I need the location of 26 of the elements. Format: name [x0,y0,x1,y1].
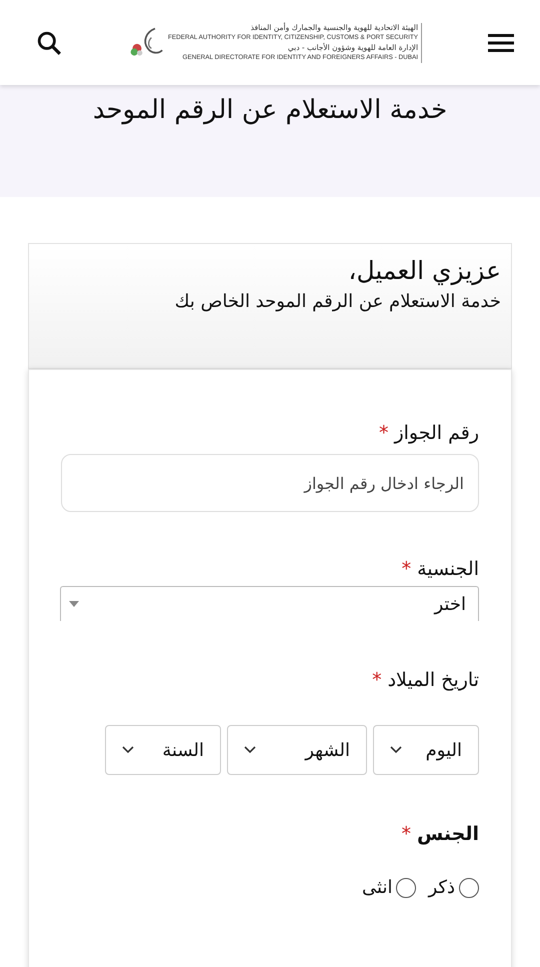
field-label: تاريخ الميلاد [388,669,479,691]
greeting-text: عزيزي العميل، [348,256,501,285]
search-icon[interactable] [36,30,62,56]
chevron-down-icon [122,746,134,754]
chevron-down-icon [244,746,256,754]
passport-input-field[interactable]: الرجاء ادخال رقم الجواز [61,454,479,512]
field-label: الجنس [417,823,479,845]
date-dropdown[interactable]: الشهر [227,725,367,775]
chevron-down-icon [390,746,402,754]
menu-icon[interactable] [488,32,514,52]
page-title: خدمة الاستعلام عن الرقم الموحد [92,95,448,127]
required-mark: * [372,669,382,691]
radio-button[interactable] [396,878,416,898]
date-dropdown[interactable]: اليوم [373,725,479,775]
required-mark: * [402,558,412,580]
field-label: الجنسية [417,558,479,580]
required-mark: * [402,823,412,845]
radio-button[interactable] [459,878,479,898]
radio-label: انثى [362,877,392,898]
radio-label: ذكر [428,877,455,898]
date-dropdown[interactable]: السنة [105,725,221,775]
required-mark: * [378,422,388,444]
intro-text: خدمة الاستعلام عن الرقم الموحد الخاص بك [174,291,501,312]
dropdown-arrow-icon [69,601,79,607]
field-label: رقم الجواز [394,422,479,444]
nationality-dropdown[interactable]: اختر [60,586,479,621]
